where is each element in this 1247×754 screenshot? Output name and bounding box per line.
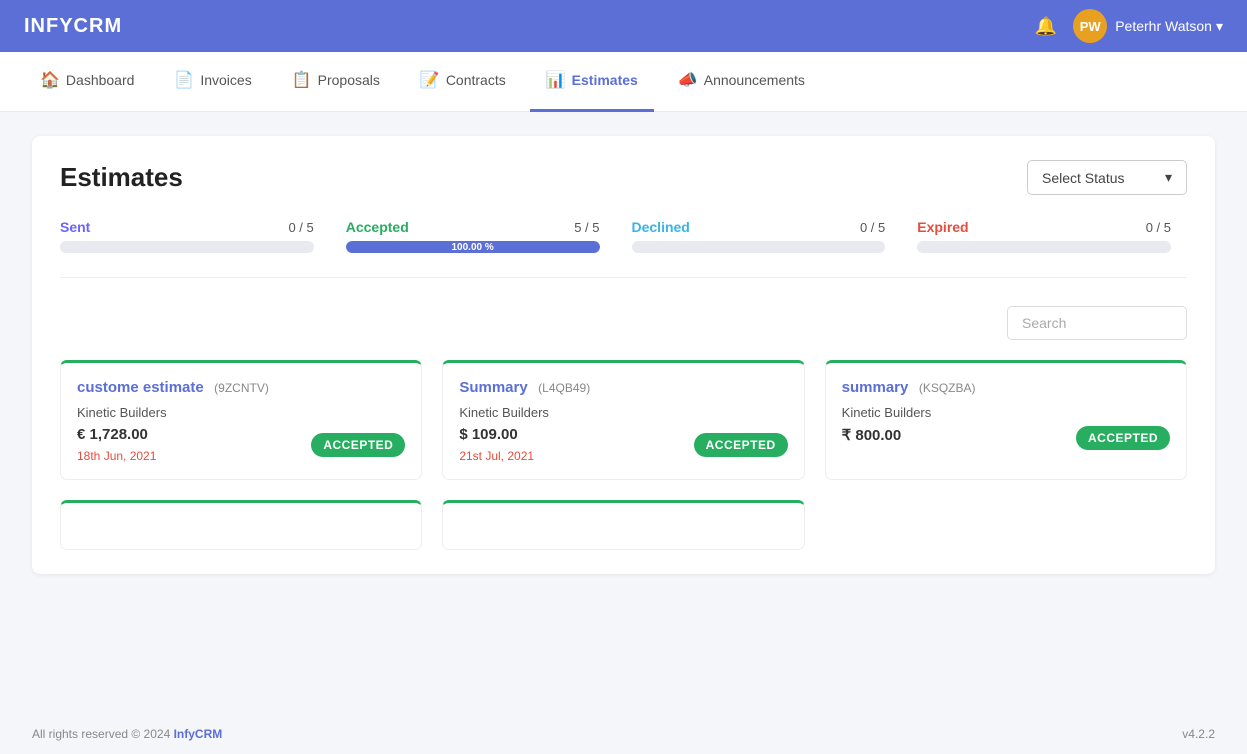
- card-1-status-badge: ACCEPTED: [311, 433, 405, 457]
- proposals-icon: 📋: [292, 70, 312, 90]
- partial-spacer: [825, 500, 1187, 550]
- header-right: 🔔 PW Peterhr Watson ▾: [1035, 9, 1223, 43]
- nav-item-proposals[interactable]: 📋 Proposals: [276, 52, 396, 112]
- announcements-icon: 📣: [678, 70, 698, 90]
- card-2-footer: $ 109.00 21st Jul, 2021 ACCEPTED: [459, 426, 787, 463]
- chevron-down-icon: ▾: [1165, 169, 1172, 186]
- card-1-title: custome estimate: [77, 379, 204, 396]
- stat-expired-bar-bg: [917, 241, 1171, 253]
- card-2-company: Kinetic Builders: [459, 405, 787, 420]
- stat-sent: Sent 0 / 5: [60, 219, 330, 253]
- footer-copyright: All rights reserved © 2024 InfyCRM: [32, 727, 222, 741]
- stat-accepted-label: Accepted: [346, 219, 409, 235]
- footer-version: v4.2.2: [1182, 727, 1215, 741]
- stat-accepted: Accepted 5 / 5 100.00 %: [330, 219, 616, 253]
- contracts-icon: 📝: [420, 70, 440, 90]
- card-3-company: Kinetic Builders: [842, 405, 1170, 420]
- card-3-title: summary: [842, 379, 909, 396]
- estimate-card-2[interactable]: Summary (L4QB49) Kinetic Builders $ 109.…: [442, 360, 804, 480]
- stat-sent-bar-bg: [60, 241, 314, 253]
- dropdown-icon: ▾: [1216, 18, 1223, 35]
- estimates-icon: 📊: [546, 70, 566, 90]
- logo: INFYCRM: [24, 15, 122, 38]
- card-3-code: (KSQZBA): [919, 381, 976, 395]
- cards-grid: custome estimate (9ZCNTV) Kinetic Builde…: [60, 360, 1187, 480]
- nav-item-estimates[interactable]: 📊 Estimates: [530, 52, 654, 112]
- stat-sent-count: 0 / 5: [288, 220, 313, 235]
- stat-declined-label: Declined: [632, 219, 690, 235]
- partial-card-2[interactable]: [442, 500, 804, 550]
- search-row: [60, 306, 1187, 340]
- stat-sent-label: Sent: [60, 219, 90, 235]
- avatar: PW: [1073, 9, 1107, 43]
- search-input[interactable]: [1007, 306, 1187, 340]
- card-1-date: 18th Jun, 2021: [77, 449, 156, 463]
- stat-declined-bar-bg: [632, 241, 886, 253]
- invoices-icon: 📄: [174, 70, 194, 90]
- nav-item-announcements[interactable]: 📣 Announcements: [662, 52, 821, 112]
- stat-accepted-count: 5 / 5: [574, 220, 599, 235]
- bell-icon[interactable]: 🔔: [1035, 16, 1057, 37]
- page-header: Estimates Select Status ▾: [60, 160, 1187, 195]
- footer: All rights reserved © 2024 InfyCRM v4.2.…: [0, 714, 1247, 754]
- stat-declined-count: 0 / 5: [860, 220, 885, 235]
- estimate-card-3[interactable]: summary (KSQZBA) Kinetic Builders ₹ 800.…: [825, 360, 1187, 480]
- card-2-date: 21st Jul, 2021: [459, 449, 534, 463]
- card-2-amount: $ 109.00: [459, 426, 534, 443]
- stat-declined: Declined 0 / 5: [616, 219, 902, 253]
- partial-cards-row: [60, 500, 1187, 550]
- username-button[interactable]: Peterhr Watson ▾: [1115, 18, 1223, 35]
- card-1-company: Kinetic Builders: [77, 405, 405, 420]
- main-card: Estimates Select Status ▾ Sent 0 / 5: [32, 136, 1215, 574]
- header: INFYCRM 🔔 PW Peterhr Watson ▾: [0, 0, 1247, 52]
- nav-item-dashboard[interactable]: 🏠 Dashboard: [24, 52, 150, 112]
- estimate-card-1[interactable]: custome estimate (9ZCNTV) Kinetic Builde…: [60, 360, 422, 480]
- card-1-footer: € 1,728.00 18th Jun, 2021 ACCEPTED: [77, 426, 405, 463]
- card-2-title: Summary: [459, 379, 527, 396]
- stat-expired-count: 0 / 5: [1146, 220, 1171, 235]
- dashboard-icon: 🏠: [40, 70, 60, 90]
- nav-item-contracts[interactable]: 📝 Contracts: [404, 52, 522, 112]
- card-2-status-badge: ACCEPTED: [694, 433, 788, 457]
- page-title: Estimates: [60, 162, 183, 193]
- stat-expired-label: Expired: [917, 219, 968, 235]
- card-1-code: (9ZCNTV): [214, 381, 269, 395]
- card-1-amount: € 1,728.00: [77, 426, 156, 443]
- stat-expired: Expired 0 / 5: [901, 219, 1187, 253]
- stats-row: Sent 0 / 5 Accepted 5 / 5 100.00 %: [60, 219, 1187, 278]
- select-status-dropdown[interactable]: Select Status ▾: [1027, 160, 1187, 195]
- page-body: Estimates Select Status ▾ Sent 0 / 5: [0, 112, 1247, 714]
- navigation: 🏠 Dashboard 📄 Invoices 📋 Proposals 📝 Con…: [0, 52, 1247, 112]
- card-2-code: (L4QB49): [538, 381, 590, 395]
- card-3-amount: ₹ 800.00: [842, 426, 902, 444]
- nav-item-invoices[interactable]: 📄 Invoices: [158, 52, 267, 112]
- card-3-status-badge: ACCEPTED: [1076, 426, 1170, 450]
- partial-card-1[interactable]: [60, 500, 422, 550]
- stat-accepted-bar-fill: 100.00 %: [346, 241, 600, 253]
- stat-accepted-bar-bg: 100.00 %: [346, 241, 600, 253]
- card-3-footer: ₹ 800.00 ACCEPTED: [842, 426, 1170, 450]
